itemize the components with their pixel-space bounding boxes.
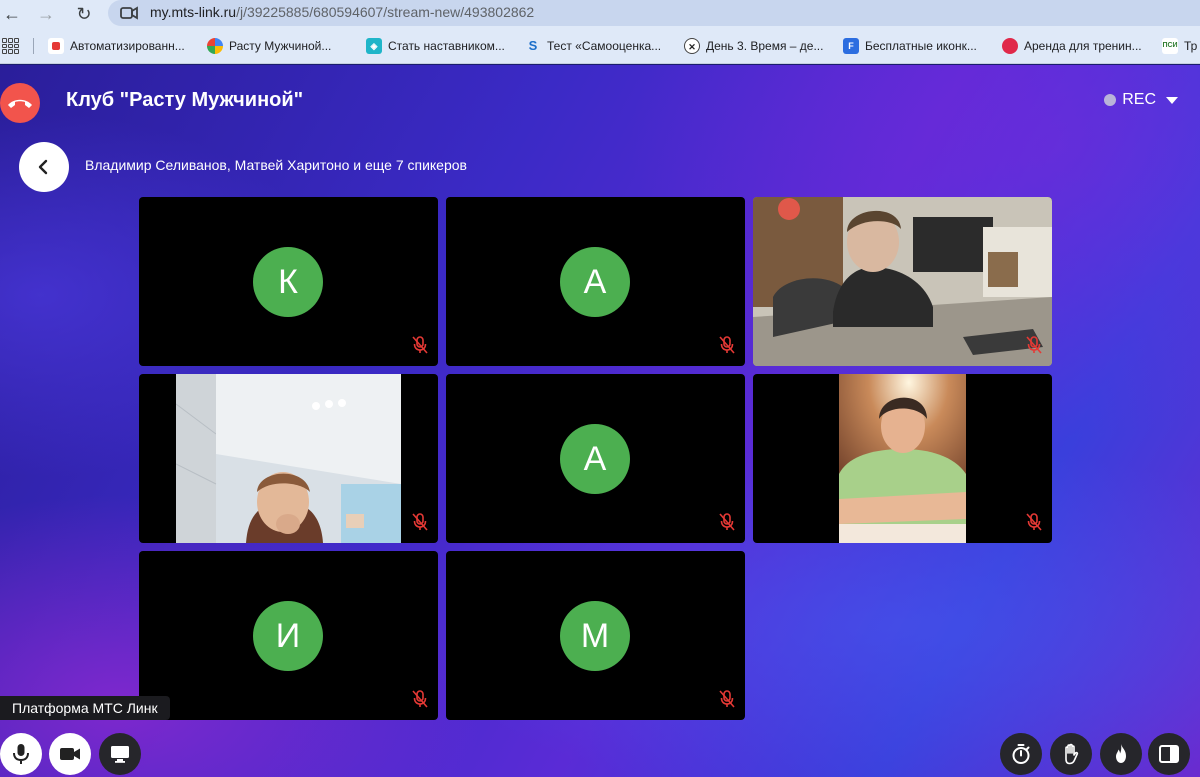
bookmarks-divider (33, 38, 34, 54)
raise-hand-icon (1065, 743, 1079, 765)
back-button[interactable] (19, 142, 69, 192)
raise-hand-button[interactable] (1050, 733, 1092, 775)
bookmarks-bar: Автоматизированн... Расту Мужчиной... ◈ … (0, 28, 1200, 64)
bookmark-item[interactable]: ◈ Стать наставником... (366, 37, 505, 55)
bookmark-label: Тест «Самооценка... (547, 39, 662, 53)
participant-tile[interactable]: А (446, 197, 745, 366)
hang-up-button[interactable] (0, 83, 40, 123)
participant-tile[interactable] (139, 374, 438, 543)
phone-hangup-icon (8, 99, 32, 108)
boy-arms-crossed-video (839, 374, 966, 543)
forward-arrow-icon[interactable]: → (34, 2, 58, 26)
apps-grid-icon[interactable] (2, 38, 19, 54)
rec-label: REC (1122, 91, 1156, 108)
mic-off-icon (412, 336, 428, 354)
bookmark-item[interactable]: ПСИ Тр (1162, 37, 1197, 55)
f-logo-icon: F (843, 38, 859, 54)
bookmark-label: Тр (1184, 39, 1198, 53)
bookmark-label: Бесплатные иконк... (865, 39, 977, 53)
camera-button[interactable] (49, 733, 91, 775)
speakers-summary: Владимир Селиванов, Матвей Харитоно и ещ… (85, 157, 467, 173)
mic-off-icon (719, 690, 735, 708)
camera-site-icon[interactable] (118, 2, 140, 24)
url-text[interactable]: my.mts-link.ru/j/39225885/680594607/stre… (150, 4, 534, 20)
url-path: /j/39225885/680594607/stream-new/4938028… (236, 4, 535, 20)
screen-share-button[interactable] (99, 733, 141, 775)
screen-share-icon (111, 746, 129, 763)
bookmark-item[interactable]: F Бесплатные иконк... (843, 37, 977, 55)
participant-tile[interactable]: А (446, 374, 745, 543)
mic-off-icon (1026, 513, 1042, 531)
psy-logo-icon: ПСИ (1162, 38, 1178, 54)
chevron-left-icon (38, 159, 48, 175)
bookmark-item[interactable]: ✕ День 3. Время – де... (684, 37, 823, 55)
participant-tile[interactable]: М (446, 551, 745, 720)
stopwatch-icon (1012, 744, 1030, 764)
bookmark-label: Стать наставником... (388, 39, 505, 53)
s-logo-icon: S (528, 38, 538, 53)
sidebar-layout-icon (1159, 745, 1179, 763)
participant-avatar: А (560, 424, 630, 494)
reactions-button[interactable] (1100, 733, 1142, 775)
mic-off-icon (412, 690, 428, 708)
reload-icon[interactable]: ↻ (72, 2, 96, 26)
participant-tile[interactable]: И (139, 551, 438, 720)
participant-tile[interactable] (753, 197, 1052, 366)
mic-off-icon (412, 513, 428, 531)
participant-avatar: К (253, 247, 323, 317)
bookmark-item[interactable]: Расту Мужчиной... (207, 37, 331, 55)
cyan-logo-icon: ◈ (366, 38, 382, 54)
colorful-circle-icon (207, 38, 223, 54)
participant-tile[interactable] (753, 374, 1052, 543)
layout-panel-button[interactable] (1148, 733, 1190, 775)
participant-avatar: М (560, 601, 630, 671)
mic-off-icon (719, 513, 735, 531)
chevron-down-icon (1166, 96, 1178, 104)
bookmark-item[interactable]: Автоматизированн... (48, 37, 185, 55)
url-host: my.mts-link.ru (150, 4, 237, 20)
timer-button[interactable] (1000, 733, 1042, 775)
red-flower-icon (1002, 38, 1018, 54)
bookmark-item[interactable]: Аренда для тренин... (1002, 37, 1142, 55)
mic-off-icon (719, 336, 735, 354)
record-dot-icon (1104, 94, 1117, 106)
browser-url-bar: ← → ↻ my.mts-link.ru/j/39225885/68059460… (0, 0, 1200, 28)
boy-at-table-video (753, 197, 1052, 366)
rec-dropdown[interactable]: REC (1104, 91, 1178, 109)
white-circle-icon: ✕ (684, 38, 700, 54)
platform-tooltip: Платформа МТС Линк (0, 696, 170, 720)
bookmark-label: Аренда для тренин... (1024, 39, 1142, 53)
back-arrow-icon[interactable]: ← (0, 2, 24, 26)
video-camera-icon (60, 748, 80, 760)
boy-near-ceiling-video (176, 374, 401, 543)
bookmark-item[interactable]: S Тест «Самооценка... (525, 37, 661, 55)
microphone-button[interactable] (0, 733, 42, 775)
microphone-icon (13, 744, 29, 764)
participant-avatar: А (560, 247, 630, 317)
mic-off-icon (1026, 336, 1042, 354)
bookmark-label: Расту Мужчиной... (229, 39, 332, 53)
bookmark-label: Автоматизированн... (70, 39, 185, 53)
meeting-title: Клуб "Расту Мужчиной" (66, 89, 304, 111)
participant-tile[interactable]: К (139, 197, 438, 366)
bookmark-label: День 3. Время – де... (706, 39, 824, 53)
participant-avatar: И (253, 601, 323, 671)
meeting-stage: Клуб "Расту Мужчиной" REC Владимир Селив… (0, 65, 1200, 777)
flame-icon (1116, 744, 1126, 763)
red-dot-icon (48, 38, 64, 54)
